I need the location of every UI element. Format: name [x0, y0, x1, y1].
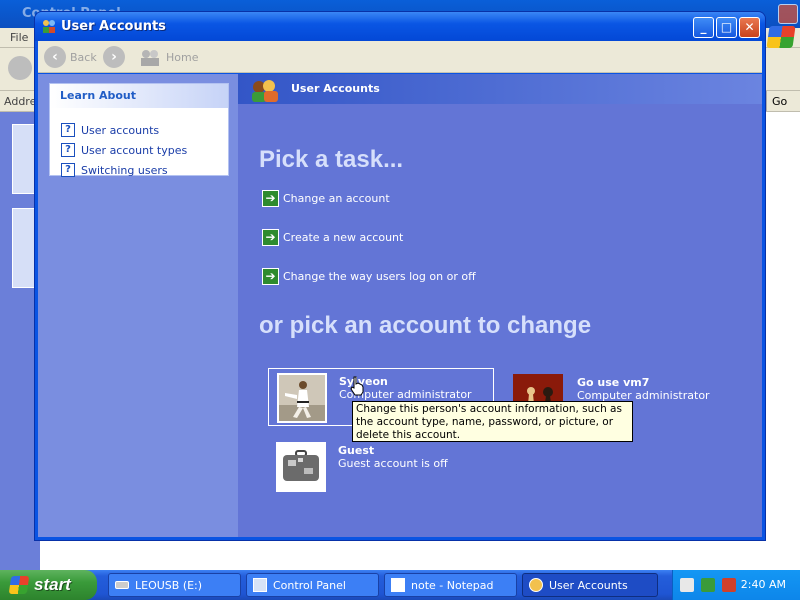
taskbar-item-leousb[interactable]: LEOUSB (E:) [108, 573, 241, 597]
taskbar-item-label: User Accounts [549, 578, 628, 592]
minimize-button[interactable]: _ [693, 17, 714, 38]
taskbar-item-notepad[interactable]: note - Notepad [384, 573, 517, 597]
menu-file[interactable]: File [10, 31, 28, 44]
task-create-account[interactable]: ➔ Create a new account [262, 228, 403, 246]
task-change-logon[interactable]: ➔ Change the way users log on or off [262, 267, 476, 285]
navigation-toolbar: ‹ Back › Home [38, 41, 762, 73]
left-pane: Learn About ? User accounts ? User accou… [38, 74, 238, 537]
help-icon: ? [61, 143, 75, 157]
forward-arrow-icon: › [103, 46, 125, 68]
user-accounts-icon [529, 578, 543, 592]
account-tooltip: Change this person's account information… [352, 401, 633, 442]
close-button[interactable]: ✕ [739, 17, 760, 38]
learn-link-switching-users[interactable]: ? Switching users [61, 162, 168, 178]
learn-link-label: User account types [81, 143, 188, 157]
task-label: Change the way users log on or off [283, 269, 476, 283]
taskbar-item-label: note - Notepad [411, 578, 494, 592]
start-button[interactable]: start [0, 570, 97, 600]
windows-logo-icon [766, 26, 796, 48]
karate-avatar [277, 373, 327, 423]
taskbar-item-label: Control Panel [273, 578, 346, 592]
main-header-bar: User Accounts [238, 74, 762, 104]
learn-link-label: Switching users [81, 163, 168, 177]
pick-account-heading: or pick an account to change [259, 312, 592, 339]
windows-flag-icon [8, 576, 30, 594]
task-label: Change an account [283, 191, 390, 205]
control-panel-icon [253, 578, 267, 592]
learn-link-account-types[interactable]: ? User account types [61, 142, 187, 158]
window-title: User Accounts [61, 19, 166, 34]
security-shield-icon[interactable] [722, 578, 736, 592]
help-icon: ? [61, 163, 75, 177]
home-label: Home [166, 50, 199, 64]
drive-icon [115, 581, 129, 589]
forward-button[interactable]: › [103, 45, 129, 69]
content-area: Learn About ? User accounts ? User accou… [38, 74, 762, 537]
back-button[interactable]: ‹ Back [44, 45, 97, 69]
task-change-account[interactable]: ➔ Change an account [262, 189, 390, 207]
home-icon [141, 50, 159, 66]
account-tile-guest[interactable]: Guest Guest account is off [268, 438, 494, 496]
help-icon: ? [61, 123, 75, 137]
learn-link-label: User accounts [81, 123, 160, 137]
taskbar-item-control-panel[interactable]: Control Panel [246, 573, 379, 597]
learn-about-box: Learn About ? User accounts ? User accou… [49, 83, 229, 178]
taskbar: start LEOUSB (E:) Control Panel note - N… [0, 570, 800, 600]
learn-link-user-accounts[interactable]: ? User accounts [61, 122, 159, 138]
taskbar-item-user-accounts[interactable]: User Accounts [522, 573, 658, 597]
home-button[interactable]: Home [138, 45, 198, 69]
pick-task-heading: Pick a task... [259, 146, 404, 173]
background-close-button[interactable] [778, 4, 798, 24]
main-header-title: User Accounts [291, 82, 380, 95]
notepad-icon [391, 578, 405, 592]
account-name: Guest [338, 444, 375, 457]
back-label: Back [70, 50, 97, 64]
go-button[interactable]: Go [766, 91, 800, 111]
maximize-button[interactable]: □ [716, 17, 737, 38]
window-titlebar[interactable]: User Accounts _ □ ✕ [35, 12, 765, 41]
clock: 2:40 AM [740, 578, 786, 591]
hand-pointer-icon [350, 376, 364, 396]
background-task-pane [0, 112, 40, 570]
user-accounts-header-icon [252, 80, 278, 102]
account-name: Go use vm7 [577, 376, 650, 389]
learn-about-header: Learn About [50, 84, 228, 108]
back-arrow-icon: ‹ [44, 46, 66, 68]
account-role: Guest account is off [338, 457, 448, 470]
system-tray: 2:40 AM [672, 570, 800, 600]
main-pane: User Accounts Pick a task... ➔ Change an… [238, 74, 762, 537]
start-label: start [34, 575, 71, 594]
green-arrow-icon: ➔ [262, 189, 279, 207]
briefcase-avatar [276, 442, 326, 492]
task-label: Create a new account [283, 230, 404, 244]
taskbar-item-label: LEOUSB (E:) [135, 578, 203, 592]
background-back-icon[interactable] [8, 56, 32, 80]
tray-network-icon[interactable] [701, 578, 715, 592]
green-arrow-icon: ➔ [262, 228, 279, 246]
user-accounts-icon [43, 20, 55, 33]
green-arrow-icon: ➔ [262, 267, 279, 285]
tray-tool-icon[interactable] [680, 578, 694, 592]
user-accounts-window: User Accounts _ □ ✕ ‹ Back › Home Learn … [35, 12, 765, 540]
